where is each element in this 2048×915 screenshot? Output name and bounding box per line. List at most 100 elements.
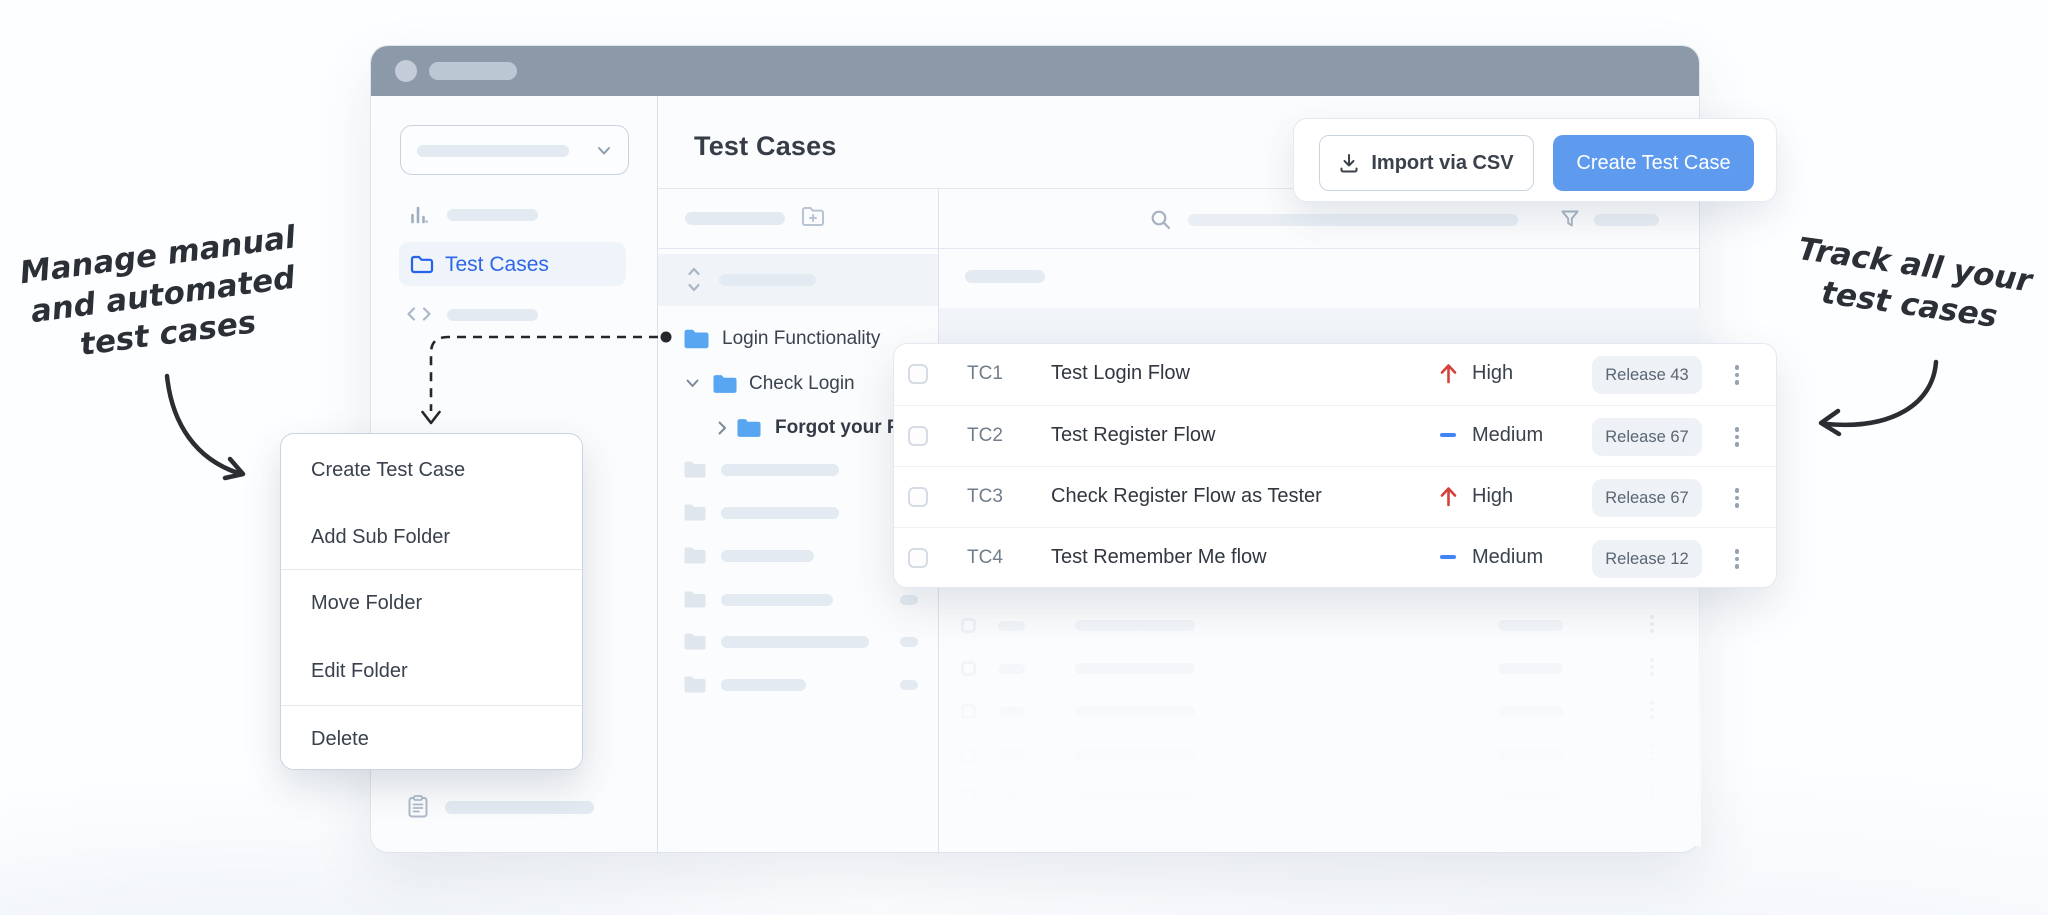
- table-row[interactable]: TC3 Check Register Flow as Tester High R…: [894, 467, 1776, 528]
- filter-placeholder: [1594, 214, 1659, 226]
- table-row[interactable]: TC4 Test Remember Me flow Medium Release…: [894, 528, 1776, 588]
- folder-icon: [684, 504, 706, 521]
- ghost-list-row: [939, 747, 1701, 763]
- folder-icon: [684, 633, 706, 650]
- import-csv-button[interactable]: Import via CSV: [1319, 135, 1534, 191]
- search-icon: [1150, 209, 1172, 236]
- clipboard-icon: [408, 795, 428, 818]
- search-input[interactable]: [1188, 214, 1518, 226]
- row-checkbox[interactable]: [908, 548, 928, 568]
- ghost-folder-row: [684, 591, 706, 613]
- folder-icon: [684, 676, 706, 693]
- test-case-id: TC4: [967, 547, 1003, 569]
- add-folder-button[interactable]: [801, 206, 825, 233]
- priority-high-icon: [1439, 484, 1457, 508]
- test-case-title: Check Register Flow as Tester: [1051, 485, 1322, 508]
- window-titlebar: [371, 46, 1699, 96]
- filter-button[interactable]: [1561, 210, 1579, 233]
- folder-icon: [737, 418, 761, 438]
- download-icon: [1339, 153, 1359, 173]
- folder-icon: [684, 329, 709, 349]
- ghost-folder-row: [684, 633, 706, 655]
- code-icon: [407, 307, 431, 321]
- release-badge: Release 12: [1592, 540, 1702, 578]
- project-selector[interactable]: [400, 125, 629, 175]
- sidebar-item-automation[interactable]: [407, 307, 431, 326]
- release-badge: Release 67: [1592, 418, 1702, 456]
- menu-divider: [281, 569, 582, 570]
- row-menu-icon[interactable]: [1727, 543, 1747, 575]
- ghost-folder-row: [684, 676, 706, 698]
- release-badge: Release 43: [1592, 356, 1702, 394]
- ghost-folder-row: [684, 504, 706, 526]
- toolbar-divider: [658, 248, 1701, 249]
- tree-folder-label: Check Login: [749, 373, 855, 395]
- sidebar-item-reports[interactable]: [408, 795, 428, 823]
- window-title-placeholder: [429, 62, 517, 80]
- create-test-case-label: Create Test Case: [1576, 152, 1730, 175]
- priority-label: High: [1472, 362, 1513, 385]
- chevron-down-icon[interactable]: [686, 379, 699, 388]
- toolbar-breadcrumb-placeholder: [685, 212, 785, 225]
- chevron-down-icon: [596, 145, 612, 157]
- menu-divider: [281, 705, 582, 706]
- row-checkbox[interactable]: [908, 364, 928, 384]
- header-actions-card: Import via CSV Create Test Case: [1293, 118, 1777, 202]
- sidebar-item-analytics[interactable]: [410, 205, 428, 229]
- create-test-case-button[interactable]: Create Test Case: [1553, 135, 1754, 191]
- ghost-list-row: [939, 704, 1701, 720]
- sidebar-item-label: Test Cases: [445, 253, 549, 277]
- chevron-right-icon[interactable]: [718, 421, 727, 435]
- table-row[interactable]: TC1 Test Login Flow High Release 43: [894, 344, 1776, 405]
- folder-context-menu: Create Test Case Add Sub Folder Move Fol…: [280, 433, 583, 770]
- priority-medium-icon: [1439, 423, 1457, 447]
- test-case-id: TC1: [967, 363, 1003, 385]
- release-badge: Release 67: [1592, 479, 1702, 517]
- menu-item-edit-folder[interactable]: Edit Folder: [281, 651, 582, 691]
- test-case-title: Test Remember Me flow: [1051, 546, 1267, 569]
- list-header-placeholder: [965, 270, 1045, 283]
- table-row[interactable]: TC2 Test Register Flow Medium Release 67: [894, 406, 1776, 467]
- row-menu-icon[interactable]: [1727, 482, 1747, 514]
- folder-icon: [713, 374, 737, 394]
- ghost-folder-row: [684, 461, 706, 483]
- test-case-title: Test Login Flow: [1051, 362, 1190, 385]
- folder-plus-icon: [801, 206, 825, 228]
- row-menu-icon[interactable]: [1727, 359, 1747, 391]
- ghost-list-row: [939, 661, 1701, 677]
- sort-icon[interactable]: [687, 266, 701, 293]
- bar-chart-icon: [410, 205, 428, 224]
- folder-icon: [684, 591, 706, 608]
- priority-medium-icon: [1439, 545, 1457, 569]
- ghost-list-row: [939, 789, 1701, 805]
- tree-header: [658, 254, 938, 306]
- tree-folder-label: Login Functionality: [722, 328, 880, 350]
- row-checkbox[interactable]: [908, 426, 928, 446]
- folder-icon: [410, 255, 434, 274]
- window-control-icon[interactable]: [395, 60, 417, 82]
- test-case-id: TC3: [967, 486, 1003, 508]
- row-menu-icon[interactable]: [1727, 421, 1747, 453]
- menu-item-move-folder[interactable]: Move Folder: [281, 583, 582, 623]
- ghost-folder-row: [684, 547, 706, 569]
- sidebar-item-test-cases[interactable]: Test Cases: [399, 242, 626, 286]
- test-case-table: TC1 Test Login Flow High Release 43 TC2 …: [893, 343, 1777, 588]
- test-case-title: Test Register Flow: [1051, 424, 1216, 447]
- page-title: Test Cases: [694, 131, 837, 162]
- annotation-manage-test-cases: Manage manual and automated test cases: [11, 218, 314, 374]
- priority-label: High: [1472, 485, 1513, 508]
- import-csv-label: Import via CSV: [1371, 152, 1513, 175]
- folder-icon: [684, 547, 706, 564]
- priority-high-icon: [1439, 361, 1457, 385]
- project-name-placeholder: [417, 145, 569, 157]
- menu-item-delete[interactable]: Delete: [281, 719, 582, 759]
- tree-header-placeholder: [719, 274, 816, 286]
- test-case-id: TC2: [967, 425, 1003, 447]
- sidebar-reports-placeholder: [445, 801, 594, 814]
- menu-item-add-sub-folder[interactable]: Add Sub Folder: [281, 517, 582, 557]
- folder-icon: [684, 461, 706, 478]
- ghost-list-row: [939, 618, 1701, 634]
- row-checkbox[interactable]: [908, 487, 928, 507]
- sidebar-automation-placeholder: [447, 309, 538, 321]
- menu-item-create-test-case[interactable]: Create Test Case: [281, 450, 582, 490]
